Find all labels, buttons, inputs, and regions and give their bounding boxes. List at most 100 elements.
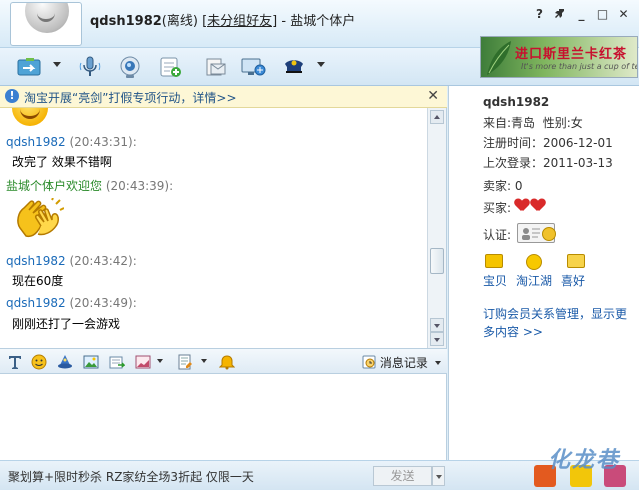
notice-bar: ! 淘宝开展“亮剑”打假专项行动，详情>> ✕	[0, 86, 447, 108]
info-icon: !	[5, 89, 19, 103]
message-text: 改完了 效果不错啊	[12, 155, 112, 169]
heart-icon	[515, 199, 529, 211]
message-sender[interactable]: qdsh1982	[6, 296, 66, 310]
font-icon[interactable]	[7, 354, 23, 370]
scrollbar-thumb[interactable]	[430, 248, 444, 274]
message-sender[interactable]: 盐城个体户欢迎您	[6, 179, 102, 193]
send-image-icon[interactable]	[135, 354, 151, 370]
notice-close-button[interactable]: ✕	[427, 88, 439, 104]
buyer-credit-hearts[interactable]	[515, 199, 545, 211]
chat-scrollbar[interactable]	[427, 108, 446, 348]
scroll-up-button[interactable]	[430, 110, 444, 124]
message-time: (20:43:42):	[69, 254, 137, 268]
profile-seller: 卖家: 0	[483, 177, 523, 194]
history-clock-icon	[362, 355, 376, 369]
message-sender[interactable]: qdsh1982	[6, 254, 66, 268]
message-history-label: 消息记录	[379, 356, 428, 370]
message-text: 现在60度	[12, 274, 64, 288]
seller-label: 卖家:	[483, 179, 512, 193]
folder-icon[interactable]	[485, 254, 503, 268]
message-time: (20:43:49):	[69, 296, 137, 310]
police-shield-icon[interactable]	[282, 55, 306, 79]
more-tools-dropdown-icon[interactable]	[317, 62, 325, 67]
file-transfer-dropdown-icon[interactable]	[53, 62, 61, 67]
help-button[interactable]: ?	[532, 7, 547, 22]
smile-emoticon-icon	[12, 108, 48, 126]
magic-emoticon-icon[interactable]	[57, 354, 73, 370]
last-login-label: 上次登录：	[483, 156, 544, 170]
screenshot-icon[interactable]	[83, 354, 99, 370]
message-header: qdsh1982 (20:43:49):	[6, 296, 137, 310]
watermark-logo: 化龙巷	[548, 448, 621, 473]
from-value: 青岛	[511, 116, 536, 130]
ad-banner-subtitle: It's more than just a cup of tea	[521, 62, 638, 71]
gender-value: 女	[570, 116, 583, 130]
profile-location-gender: 来自:青岛 性别:女	[483, 114, 583, 131]
contact-group-link[interactable]: [未分组好友]	[202, 14, 277, 29]
message-sender[interactable]: qdsh1982	[6, 135, 66, 149]
send-button[interactable]: 发送	[373, 466, 432, 486]
remote-assist-icon[interactable]	[240, 55, 266, 79]
notice-link[interactable]: 淘宝开展“亮剑”打假专项行动，详情>>	[24, 89, 237, 106]
message-input[interactable]	[0, 374, 447, 460]
webcam-icon[interactable]	[118, 55, 142, 79]
shop-name: 盐城个体户	[290, 14, 356, 29]
send-file-icon[interactable]	[109, 354, 126, 370]
register-value: 2006-12-01	[543, 136, 613, 150]
format-toolbar: 消息记录	[0, 348, 447, 374]
message-header: qdsh1982 (20:43:31):	[6, 135, 137, 149]
history-dropdown-icon[interactable]	[434, 361, 441, 365]
pin-icon	[555, 9, 564, 18]
contact-profile-panel: qdsh1982 来自:青岛 性别:女 注册时间：2006-12-01 上次登录…	[448, 86, 639, 460]
seller-value: 0	[514, 179, 523, 193]
id-verified-badge-icon[interactable]	[517, 223, 556, 243]
shop-link-items[interactable]: 宝贝	[483, 272, 507, 289]
promo-link[interactable]: 聚划算+限时秒杀 RZ家纺全场3折起 仅限一天	[8, 468, 254, 485]
bottom-bar: 聚划算+限时秒杀 RZ家纺全场3折起 仅限一天 发送	[0, 460, 639, 490]
send-email-icon[interactable]	[203, 55, 227, 79]
scroll-down-button[interactable]	[430, 318, 444, 332]
message-time: (20:43:39):	[105, 179, 174, 193]
heart-icon	[531, 199, 545, 211]
taojianghu-icon[interactable]	[526, 254, 542, 270]
emoticon-icon[interactable]	[31, 354, 47, 370]
shake-bell-icon[interactable]	[218, 354, 236, 370]
add-contact-icon[interactable]	[158, 55, 182, 79]
send-options-dropdown[interactable]	[432, 466, 445, 486]
from-label: 来自:	[483, 116, 512, 130]
file-transfer-icon[interactable]	[16, 55, 41, 79]
ad-banner-title: 进口斯里兰卡红茶	[515, 47, 628, 62]
message-history-button[interactable]: 消息记录	[362, 354, 441, 371]
shop-card-icon[interactable]	[177, 354, 193, 370]
scroll-end-button[interactable]	[430, 332, 444, 346]
ad-banner[interactable]: 进口斯里兰卡红茶 It's more than just a cup of te…	[480, 36, 638, 78]
maximize-button[interactable]: □	[595, 7, 610, 22]
clapping-hands-emoticon-icon	[12, 197, 65, 247]
favorites-icon[interactable]	[567, 254, 585, 268]
gender-label: 性别:	[542, 116, 571, 130]
message-header: qdsh1982 (20:43:42):	[6, 254, 137, 268]
message-time: (20:43:31):	[69, 135, 137, 149]
avatar[interactable]	[10, 2, 82, 46]
voice-chat-icon[interactable]	[78, 55, 102, 79]
shop-link-jianghu[interactable]: 淘江湖	[516, 272, 552, 289]
last-login-value: 2011-03-13	[543, 156, 613, 170]
send-image-dropdown-icon[interactable]	[157, 359, 163, 363]
order-crm-link[interactable]: 订购会员关系管理，显示更多内容 >>	[483, 305, 633, 341]
pin-button[interactable]	[553, 7, 568, 22]
buyer-label: 买家:	[483, 201, 512, 215]
contact-status: (离线)	[161, 14, 198, 29]
verify-label: 认证:	[483, 228, 512, 242]
leaf-icon	[487, 41, 511, 75]
title-separator: -	[277, 14, 291, 29]
shop-card-dropdown-icon[interactable]	[201, 359, 207, 363]
shop-link-likes[interactable]: 喜好	[561, 272, 585, 289]
message-text: 刚刚还打了一会游戏	[12, 317, 121, 331]
window-controls: ? _ □ ✕	[532, 7, 631, 22]
message-header: 盐城个体户欢迎您 (20:43:39):	[6, 177, 173, 194]
minimize-button[interactable]: _	[574, 7, 589, 22]
shop-links: 宝贝 淘江湖 喜好	[483, 254, 633, 288]
profile-register: 注册时间：2006-12-01	[483, 134, 613, 151]
close-button[interactable]: ✕	[616, 7, 631, 22]
chat-history[interactable]: qdsh1982 (20:43:31): 改完了 效果不错啊 盐城个体户欢迎您 …	[0, 108, 447, 348]
